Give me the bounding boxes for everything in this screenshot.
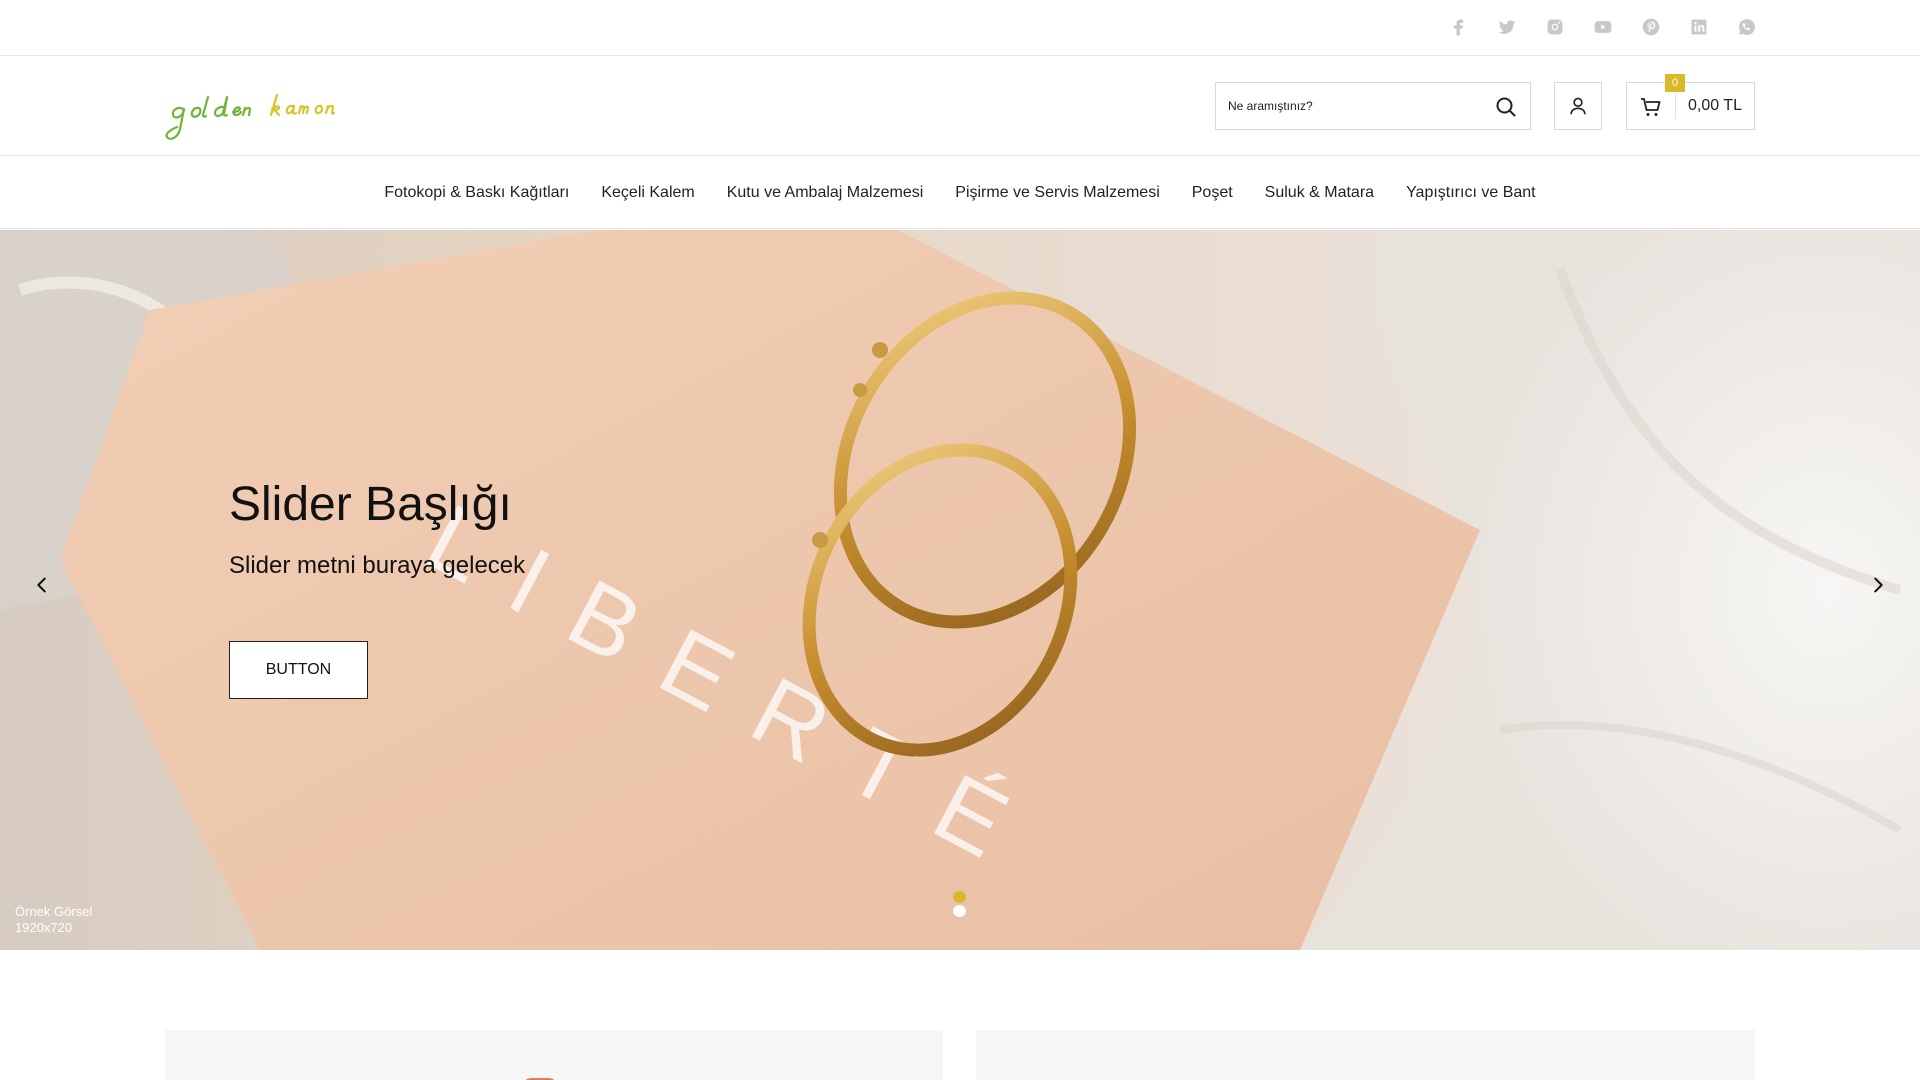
nav-item-poset[interactable]: Poşet bbox=[1192, 184, 1233, 202]
promo-card-left[interactable] bbox=[165, 1030, 943, 1080]
chevron-right-icon bbox=[1874, 577, 1883, 593]
promo-card-right[interactable] bbox=[976, 1030, 1755, 1080]
cart-total: 0,00 TL bbox=[1688, 97, 1742, 114]
slide-text: Slider metni buraya gelecek bbox=[229, 552, 526, 579]
slider-dot-active[interactable] bbox=[953, 891, 966, 903]
chevron-left-icon bbox=[37, 577, 46, 593]
whatsapp-icon[interactable] bbox=[1735, 15, 1759, 39]
nav-item-pisirme-servis[interactable]: Pişirme ve Servis Malzemesi bbox=[955, 184, 1159, 202]
logo[interactable] bbox=[165, 77, 405, 147]
search-icon[interactable] bbox=[1494, 95, 1518, 119]
instagram-icon[interactable] bbox=[1543, 15, 1567, 39]
youtube-icon[interactable] bbox=[1591, 15, 1615, 39]
main-nav: Fotokopi & Baskı Kağıtları Keçeli Kalem … bbox=[0, 157, 1920, 229]
slide-button[interactable]: BUTTON bbox=[229, 641, 368, 699]
nav-item-suluk-matara[interactable]: Suluk & Matara bbox=[1265, 184, 1374, 202]
slider-pagination bbox=[953, 891, 966, 917]
social-links bbox=[1447, 15, 1759, 39]
search-input[interactable] bbox=[1216, 83, 1486, 129]
sample-note-line1: Örnek Görsel bbox=[15, 904, 93, 919]
sample-note-line2: 1920x720 bbox=[15, 920, 73, 935]
slider-next-button[interactable] bbox=[1863, 570, 1893, 600]
top-bar bbox=[0, 0, 1920, 56]
cart-icon bbox=[1639, 95, 1663, 119]
cart-count-badge: 0 bbox=[1665, 74, 1685, 92]
nav-item-keceli-kalem[interactable]: Keçeli Kalem bbox=[601, 184, 694, 202]
search-box bbox=[1215, 82, 1531, 130]
slider-prev-button[interactable] bbox=[27, 570, 57, 600]
slider-dot[interactable] bbox=[953, 905, 966, 917]
sample-image-note: Örnek Görsel 1920x720 bbox=[15, 904, 92, 936]
user-icon bbox=[1570, 97, 1586, 115]
site-header: 0 0,00 TL bbox=[0, 57, 1920, 156]
facebook-icon[interactable] bbox=[1447, 15, 1471, 39]
linkedin-icon[interactable] bbox=[1687, 15, 1711, 39]
account-button[interactable] bbox=[1554, 82, 1602, 130]
pinterest-icon[interactable] bbox=[1639, 15, 1663, 39]
nav-item-yapistirici-bant[interactable]: Yapıştırıcı ve Bant bbox=[1406, 184, 1536, 202]
nav-item-kutu-ambalaj[interactable]: Kutu ve Ambalaj Malzemesi bbox=[727, 184, 924, 202]
twitter-icon[interactable] bbox=[1495, 15, 1519, 39]
slide-title: Slider Başlığı bbox=[229, 478, 512, 531]
nav-item-fotokopi[interactable]: Fotokopi & Baskı Kağıtları bbox=[384, 184, 569, 202]
cart-divider bbox=[1675, 93, 1676, 119]
cart-button[interactable]: 0 0,00 TL bbox=[1626, 74, 1755, 130]
hero-slider: LIBERTÉ Slider Başlığı Slider metni bura… bbox=[0, 230, 1920, 950]
slide-image: LIBERTÉ bbox=[0, 230, 1920, 950]
